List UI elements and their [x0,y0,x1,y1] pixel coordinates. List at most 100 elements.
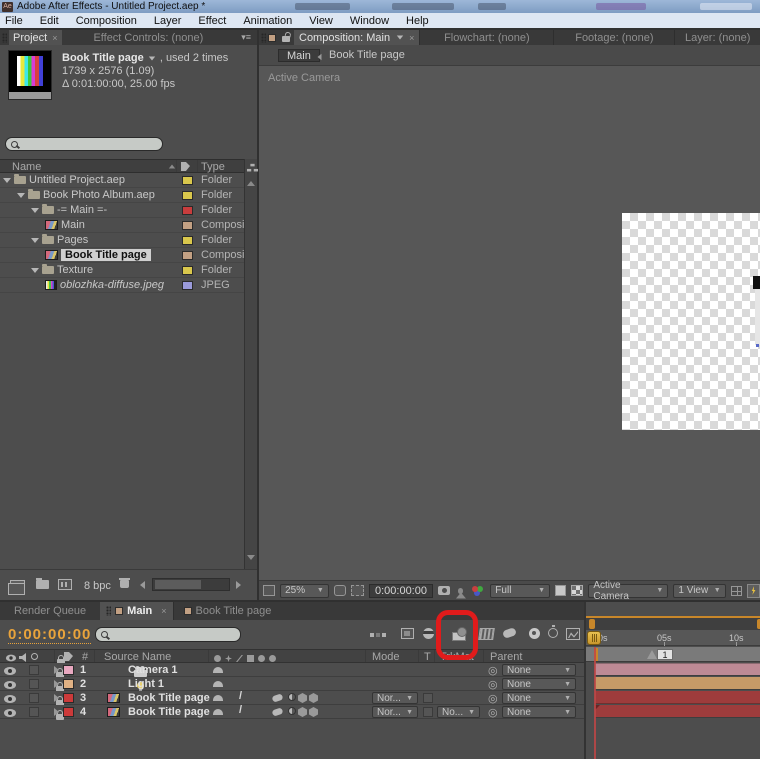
tab-timeline-book-title-page[interactable]: Book Title page [173,602,282,620]
label-color-swatch[interactable] [182,191,193,200]
menu-view[interactable]: View [309,15,333,27]
tab-project[interactable]: Project × [9,30,62,45]
menu-layer[interactable]: Layer [154,15,182,27]
solo-box[interactable] [29,665,39,675]
view-dropdown[interactable]: Active Camera▼ [588,584,668,598]
project-row-book-title-page[interactable]: Book Title page Composi... [0,248,244,263]
layer-name[interactable]: Book Title page [128,692,210,704]
3d-layer-switch-icon[interactable] [309,693,318,703]
layer-row-light[interactable]: 2 Light 1 ◎ None▼ [0,677,584,691]
twirl-down-icon[interactable] [31,238,39,243]
show-snapshot-icon[interactable] [458,588,464,594]
project-row-pages-folder[interactable]: Pages Folder [0,233,244,248]
close-icon[interactable]: × [161,606,166,616]
hscroll-right-icon[interactable] [236,581,241,589]
tab-footage[interactable]: Footage: (none) [554,32,674,44]
resolution-dropdown[interactable]: Full▼ [490,584,550,598]
menu-window[interactable]: Window [350,15,389,27]
project-row-main-folder[interactable]: -= Main =- Folder [0,203,244,218]
track-matte-dropdown[interactable]: No...▼ [437,706,480,718]
layer-row-book-title-4[interactable]: 4 Book Title page / Nor...▼ No...▼ ◎ Non… [0,705,584,719]
column-type[interactable]: Type [201,161,225,173]
comp-label-swatch[interactable] [268,34,276,42]
bit-depth-button[interactable]: 8 bpc [84,580,111,592]
scroll-up-icon[interactable] [247,181,255,186]
layer-row-book-title-3[interactable]: 3 Book Title page / Nor...▼ ◎ None▼ [0,691,584,705]
layer-bar-book-title-4[interactable] [595,705,760,718]
parent-dropdown[interactable]: None▼ [502,706,576,718]
item-label[interactable]: Pages [57,234,88,246]
3d-layer-switch-icon[interactable] [309,707,318,717]
solo-box[interactable] [29,693,39,703]
close-icon[interactable]: × [409,33,414,43]
label-color-swatch[interactable] [182,236,193,245]
sort-ascending-icon[interactable] [169,165,175,169]
twirl-right-icon[interactable] [54,708,59,716]
twirl-down-icon[interactable] [31,268,39,273]
pickwhip-icon[interactable]: ◎ [488,692,498,705]
close-icon[interactable]: × [52,33,57,43]
column-source-name[interactable]: Source Name [104,651,171,663]
pickwhip-icon[interactable]: ◎ [488,664,498,677]
tab-composition-main[interactable]: Composition: Main × [294,30,419,45]
project-scrollbar[interactable] [244,159,257,569]
twirl-down-icon[interactable] [3,178,11,183]
motion-blur-switch[interactable] [272,707,284,716]
project-row-untitled-project[interactable]: Untitled Project.aep Folder [0,173,244,188]
snapshot-camera-icon[interactable] [438,586,450,595]
mini-flowchart-icon[interactable] [370,630,386,640]
hscroll-track[interactable] [152,578,230,591]
layer-name[interactable]: Book Title page [128,706,210,718]
timeline-search[interactable] [95,627,241,642]
motion-blur-film-icon[interactable] [478,628,495,640]
lock-icon[interactable] [282,36,290,42]
draft-3d-icon[interactable] [401,628,414,639]
layer-label-swatch[interactable] [63,693,74,703]
twirl-right-icon[interactable] [54,694,59,702]
menu-animation[interactable]: Animation [243,15,292,27]
menu-help[interactable]: Help [406,15,429,27]
video-eye-icon[interactable] [4,681,16,689]
brainstorm-icon[interactable] [529,628,540,639]
column-parent[interactable]: Parent [490,651,522,663]
layer-label-swatch[interactable] [63,665,74,675]
navigator-start-handle[interactable] [589,619,595,629]
breadcrumb-previous[interactable]: Book Title page [329,49,405,61]
label-color-swatch[interactable] [182,281,193,290]
menu-edit[interactable]: Edit [40,15,59,27]
transparency-grid-icon[interactable] [571,585,583,596]
column-number[interactable]: # [82,651,88,663]
motion-blur-icon[interactable] [502,627,517,639]
collapse-switch-icon[interactable] [298,707,307,717]
scroll-down-icon[interactable] [247,555,255,560]
time-navigator[interactable] [586,618,760,630]
quality-switch[interactable] [213,709,223,715]
target-region-icon[interactable] [555,585,566,596]
adjustment-switch[interactable] [288,707,296,715]
tab-timeline-main[interactable]: Main × [100,602,172,620]
project-row-oblozhka-jpeg[interactable]: oblozhka-diffuse.jpeg JPEG [0,278,244,293]
pickwhip-icon[interactable]: ◎ [488,706,498,719]
layer-row-camera[interactable]: 1 Camera 1 ◎ None▼ [0,663,584,677]
twirl-right-icon[interactable] [54,680,59,688]
label-color-swatch[interactable] [182,221,193,230]
item-label-selected[interactable]: Book Title page [61,249,151,261]
project-search-input[interactable] [22,139,157,150]
project-row-book-photo-album[interactable]: Book Photo Album.aep Folder [0,188,244,203]
label-color-swatch[interactable] [182,266,193,275]
timeline-search-input[interactable] [112,629,235,640]
layer-name[interactable]: Camera 1 [128,664,178,676]
comp-marker-cone-icon[interactable] [647,650,657,659]
project-row-main-comp[interactable]: Main Composi... [0,218,244,233]
quality-switch[interactable] [213,681,223,687]
layer-bar-camera[interactable] [595,663,760,676]
preserve-transparency-box[interactable] [423,693,433,703]
composition-viewport-transparency[interactable] [622,213,760,430]
collapse-switch-icon[interactable] [298,693,307,703]
panel-grip[interactable] [261,33,266,43]
column-t[interactable]: T [424,651,431,663]
new-composition-icon[interactable] [58,579,72,590]
label-column-icon[interactable] [64,652,73,661]
comp-marker-1[interactable]: 1 [657,649,673,660]
quality-best-switch[interactable]: / [239,704,242,716]
